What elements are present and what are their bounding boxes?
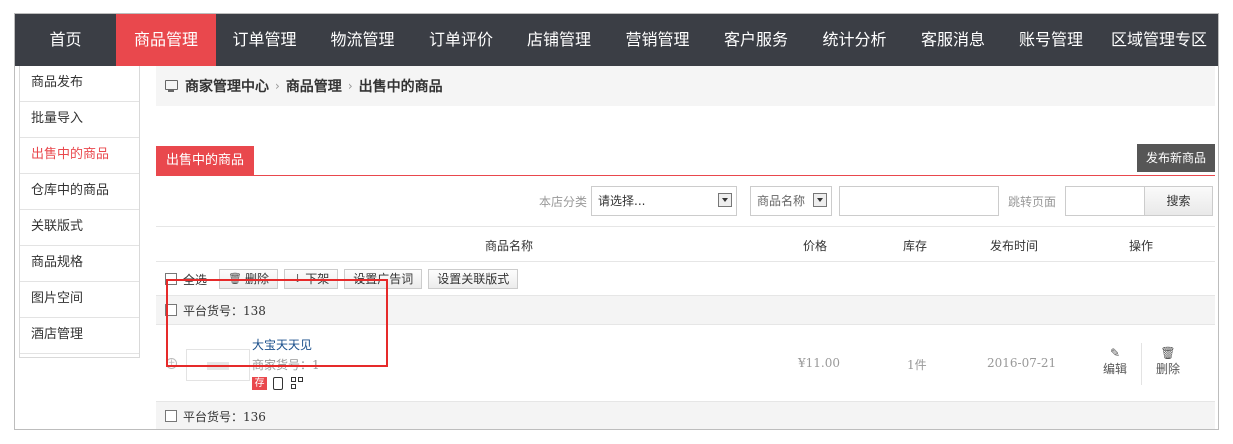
nav-order-review[interactable]: 订单评价 [412, 14, 510, 66]
delete-button[interactable]: 🗑 删除 [1150, 346, 1186, 377]
set-ad-words-button[interactable]: 设置广告词 [344, 269, 423, 289]
shop-category-select[interactable]: 请选择... [591, 186, 737, 216]
nav-customer-service[interactable]: 客户服务 [707, 14, 805, 66]
product-group-header: 平台货号：136 [156, 401, 1215, 429]
product-thumbnail[interactable] [186, 349, 250, 381]
edit-icon: ✎ [1109, 346, 1121, 360]
sidebar-item-publish-product[interactable]: 商品发布 [20, 66, 139, 102]
qr-code-icon[interactable] [291, 377, 304, 390]
platform-code: 平台货号：136 [183, 409, 266, 424]
chevron-down-icon [813, 193, 827, 207]
group-checkbox[interactable] [165, 410, 177, 422]
nav-home[interactable]: 首页 [15, 14, 116, 66]
mobile-icon[interactable] [273, 377, 283, 390]
unshelve-label: 下架 [305, 272, 330, 286]
main-content: 商家管理中心 › 商品管理 › 出售中的商品 出售中的商品 发布新商品 本店分类… [156, 66, 1215, 429]
group-checkbox[interactable] [165, 304, 177, 316]
breadcrumb: 商家管理中心 › 商品管理 › 出售中的商品 [156, 66, 1215, 106]
sidebar-item-hotel-management[interactable]: 酒店管理 [20, 318, 139, 354]
search-button[interactable]: 搜索 [1144, 186, 1213, 216]
nav-region-management[interactable]: 区域管理专区 [1100, 14, 1218, 66]
sidebar-item-batch-import[interactable]: 批量导入 [20, 102, 139, 138]
shop-category-label: 本店分类 [539, 195, 588, 209]
nav-marketing-management[interactable]: 营销管理 [608, 14, 707, 66]
search-type-value: 商品名称 [757, 194, 806, 208]
nav-statistics[interactable]: 统计分析 [805, 14, 904, 66]
batch-delete-label: 删除 [244, 272, 269, 286]
delete-label: 删除 [1155, 362, 1180, 376]
breadcrumb-item-current: 出售中的商品 [358, 79, 443, 95]
tab-bar: 出售中的商品 发布新商品 [156, 144, 1215, 176]
trash-icon: 🗑 [1160, 346, 1176, 360]
sidebar-item-in-warehouse[interactable]: 仓库中的商品 [20, 174, 139, 210]
nav-account-management[interactable]: 账号管理 [1002, 14, 1100, 66]
product-flag-icons: 存 [252, 377, 304, 390]
column-header-ops: 操作 [1129, 239, 1154, 253]
jump-page-label: 跳转页面 [1008, 195, 1057, 209]
product-stock: 1件 [907, 358, 927, 372]
inventory-badge-icon: 存 [252, 377, 267, 390]
breadcrumb-item[interactable]: 商家管理中心 [185, 76, 269, 96]
product-publish-date: 2016-07-21 [987, 356, 1057, 370]
edit-button[interactable]: ✎ 编辑 [1097, 346, 1133, 377]
column-header-price: 价格 [803, 239, 828, 253]
jump-page-input[interactable] [1065, 186, 1145, 216]
sidebar-item-on-sale[interactable]: 出售中的商品 [20, 138, 139, 174]
unshelve-button[interactable]: ↓ 下架 [284, 269, 339, 289]
monitor-icon [165, 80, 178, 92]
product-name-link[interactable]: 大宝天天见 [252, 336, 312, 353]
column-header-stock: 库存 [903, 239, 928, 253]
nav-order-management[interactable]: 订单管理 [216, 14, 313, 66]
breadcrumb-item[interactable]: 商品管理 [286, 76, 342, 96]
nav-store-management[interactable]: 店铺管理 [510, 14, 608, 66]
breadcrumb-separator: › [347, 79, 353, 93]
set-related-layout-button[interactable]: 设置关联版式 [428, 269, 519, 289]
trash-icon: 🗑 [228, 272, 242, 285]
column-header-date: 发布时间 [990, 239, 1039, 253]
sidebar: 商品发布 批量导入 出售中的商品 仓库中的商品 关联版式 商品规格 图片空间 酒… [19, 66, 140, 358]
shop-category-value: 请选择... [598, 194, 646, 208]
product-price: ¥11.00 [798, 356, 840, 370]
edit-label: 编辑 [1102, 362, 1127, 376]
sidebar-item-product-specs[interactable]: 商品规格 [20, 246, 139, 282]
arrow-down-icon: ↓ [293, 272, 303, 285]
select-all-checkbox[interactable] [165, 273, 177, 285]
chevron-down-icon [718, 193, 732, 207]
platform-code: 平台货号：138 [183, 303, 266, 318]
batch-action-bar: 全选 🗑 删除 ↓ 下架 设置广告词 设置关联版式 [156, 262, 1215, 296]
sidebar-item-image-space[interactable]: 图片空间 [20, 282, 139, 318]
expand-icon[interactable]: + [166, 358, 177, 369]
publish-new-product-button[interactable]: 发布新商品 [1136, 144, 1215, 172]
nav-logistics-management[interactable]: 物流管理 [313, 14, 412, 66]
table-header: 商品名称 价格 库存 发布时间 操作 [156, 226, 1215, 262]
filter-bar: 本店分类 请选择... 商品名称 跳转页面 搜索 [156, 186, 1215, 216]
select-all-label: 全选 [183, 272, 208, 287]
product-group-header: 平台货号：138 [156, 295, 1215, 325]
search-input[interactable] [839, 186, 999, 216]
divider [1141, 343, 1142, 385]
table-row: + 大宝天天见 商家货号：1 存 ¥11.00 1件 2016-07-21 ✎ … [156, 325, 1215, 402]
batch-delete-button[interactable]: 🗑 删除 [219, 269, 278, 289]
merchant-code: 商家货号：1 [252, 358, 320, 372]
search-type-select[interactable]: 商品名称 [750, 186, 832, 216]
column-header-name: 商品名称 [485, 239, 534, 253]
breadcrumb-separator: › [275, 79, 280, 93]
top-nav: 首页 商品管理 订单管理 物流管理 订单评价 店铺管理 营销管理 客户服务 统计… [15, 14, 1218, 66]
nav-product-management[interactable]: 商品管理 [116, 14, 216, 66]
app-frame: 首页 商品管理 订单管理 物流管理 订单评价 店铺管理 营销管理 客户服务 统计… [14, 13, 1219, 430]
sidebar-item-related-layout[interactable]: 关联版式 [20, 210, 139, 246]
tab-on-sale[interactable]: 出售中的商品 [156, 146, 255, 176]
nav-service-messages[interactable]: 客服消息 [904, 14, 1002, 66]
